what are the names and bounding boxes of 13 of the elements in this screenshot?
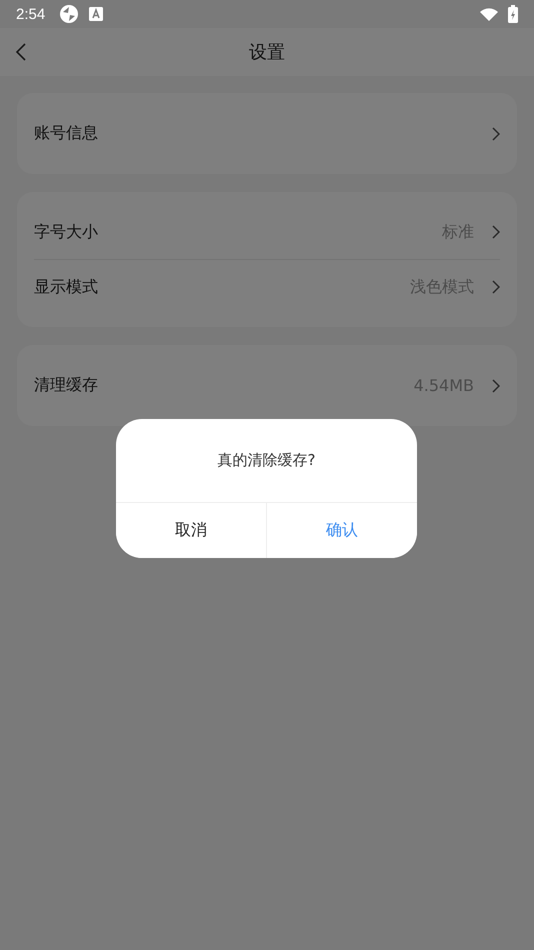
chevron-right-icon (492, 378, 500, 392)
status-time: 2:54 (16, 6, 46, 22)
page-title: 设置 (249, 41, 285, 64)
keyboard-notification-icon (89, 7, 104, 21)
chevron-right-icon (492, 225, 500, 239)
wifi-icon (480, 7, 498, 21)
app-notification-icon (59, 4, 80, 24)
battery-icon (508, 5, 518, 23)
dialog-button[interactable]: 确认 (266, 503, 417, 558)
chevron-right-icon (492, 126, 500, 140)
settings-row[interactable]: 账号信息 (34, 93, 500, 174)
chevron-right-icon (492, 280, 500, 294)
back-icon[interactable] (15, 43, 27, 61)
